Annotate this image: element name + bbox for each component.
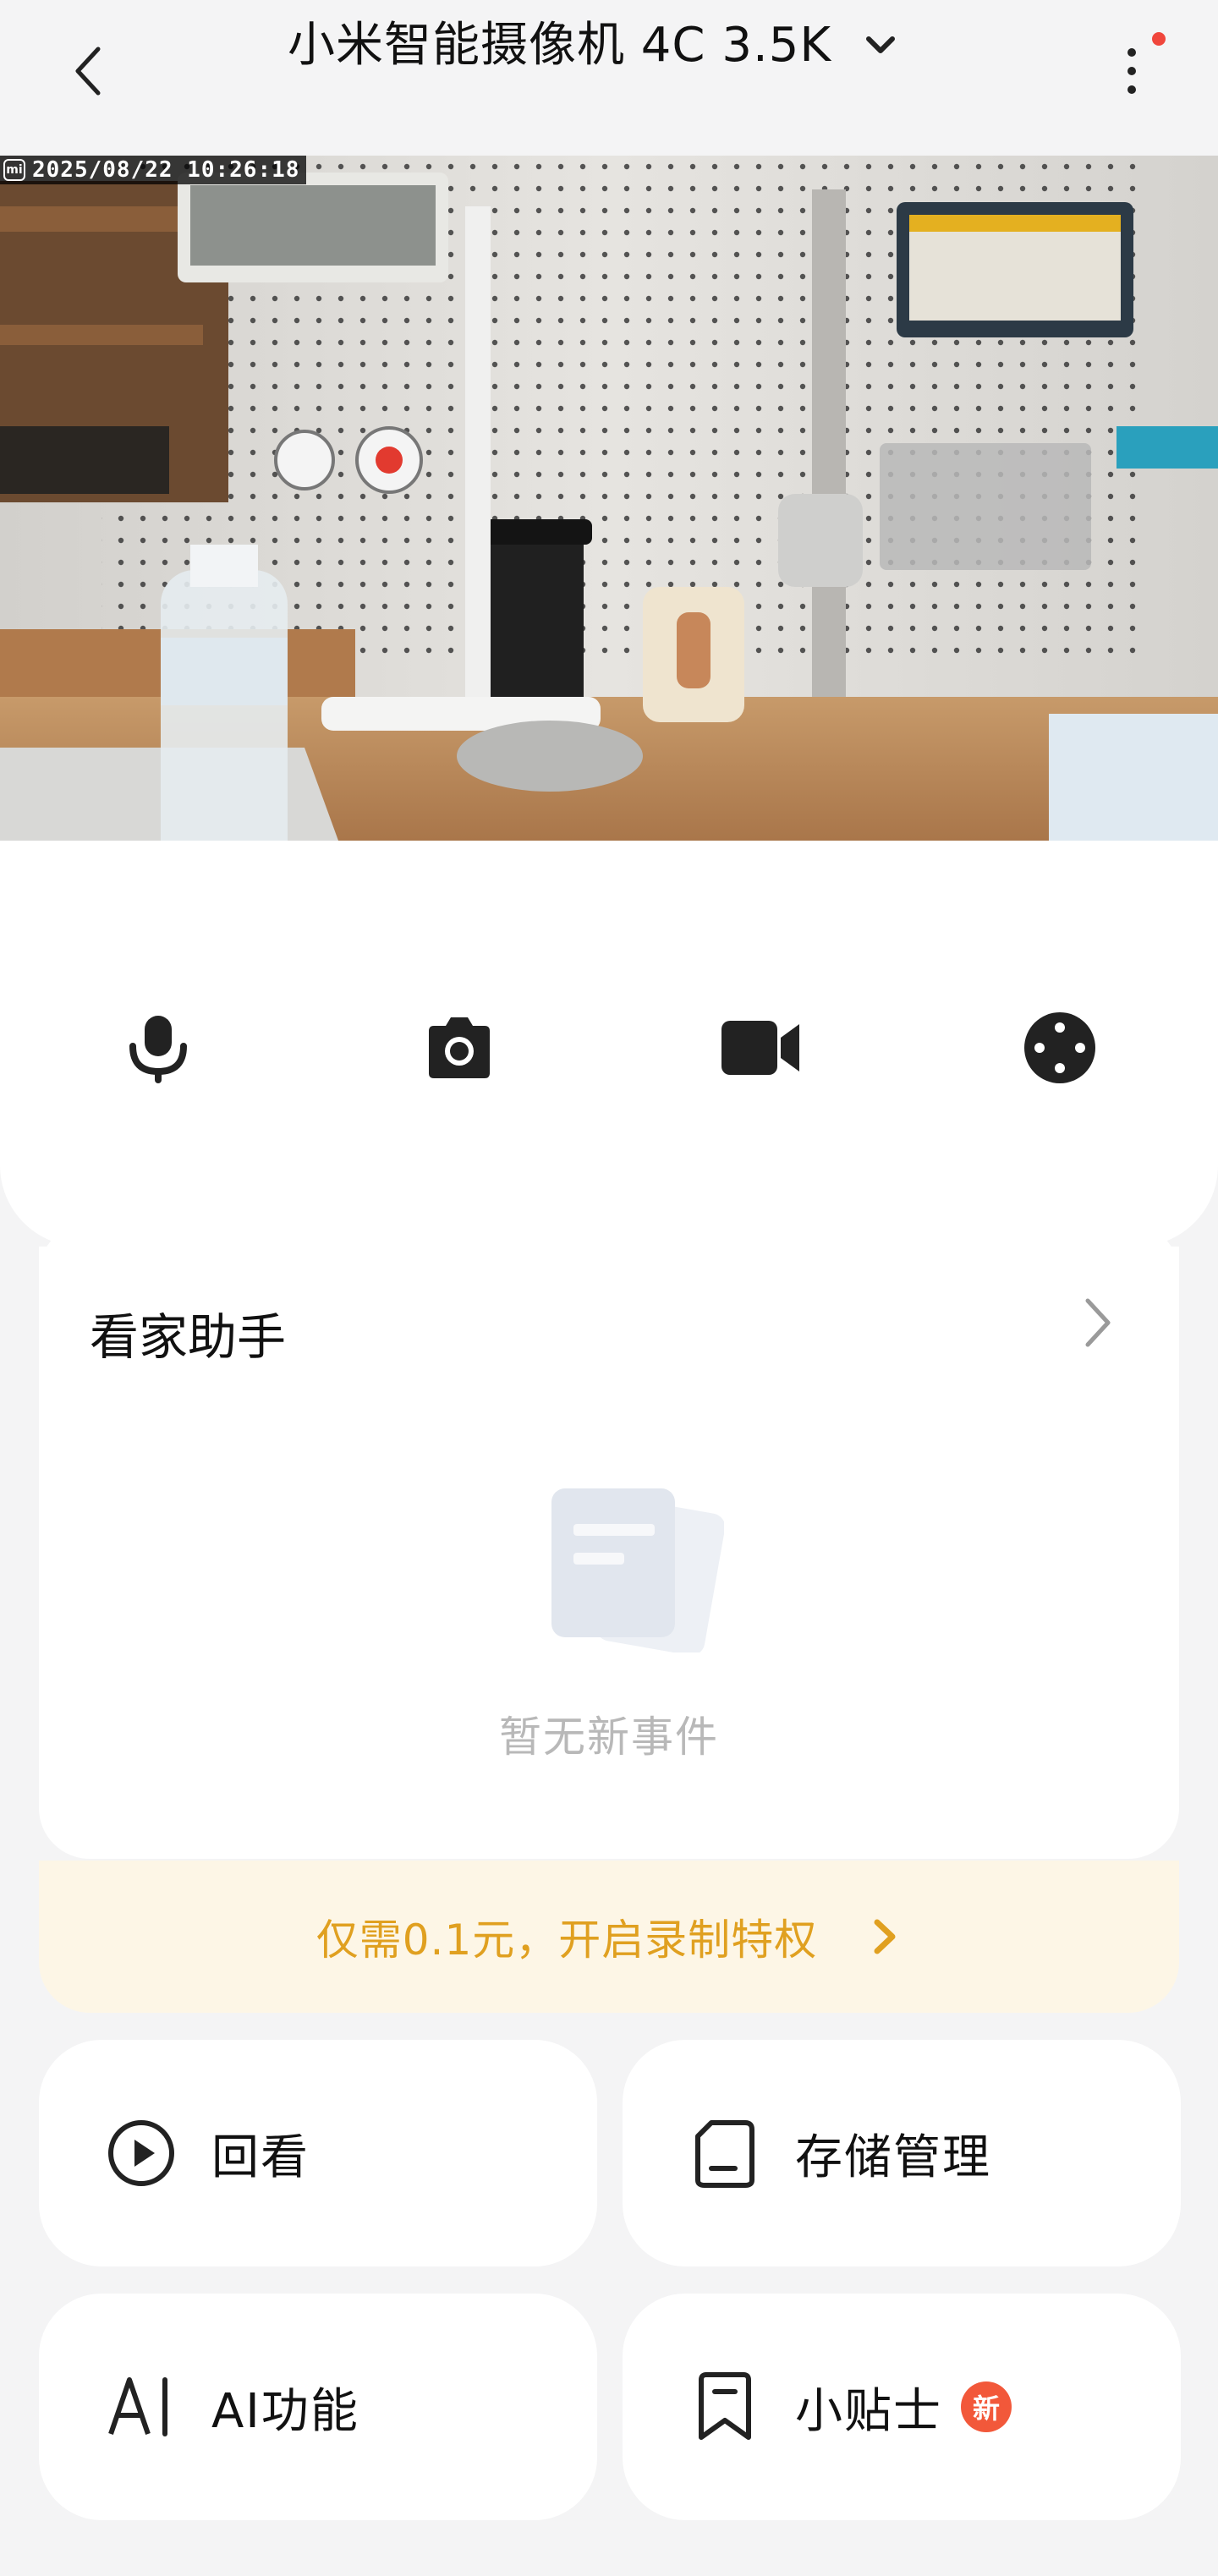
tile-storage[interactable]: 存储管理 — [623, 2040, 1181, 2266]
more-button[interactable] — [1108, 37, 1155, 105]
tile-label: 回看 — [211, 2129, 310, 2185]
bookmark-icon — [687, 2369, 763, 2445]
tile-label: 小贴士 — [795, 2383, 942, 2439]
timestamp: 2025/08/22 10:26:18 — [32, 157, 300, 183]
promo-text: 仅需0.1元，开启录制特权 — [315, 1916, 818, 1965]
back-button[interactable] — [61, 37, 115, 105]
microphone-button[interactable] — [112, 1001, 205, 1094]
microphone-icon — [129, 1016, 187, 1083]
tile-tips[interactable]: 小贴士 新 — [623, 2294, 1181, 2520]
empty-document-icon — [551, 1488, 724, 1652]
camera-scene-image — [0, 156, 1218, 841]
assistant-title: 看家助手 — [90, 1308, 287, 1366]
tile-ai[interactable]: AI功能 — [39, 2294, 597, 2520]
record-button[interactable] — [714, 1001, 807, 1094]
empty-state-text: 暂无新事件 — [499, 1713, 719, 1762]
direction-pad-icon — [1024, 1012, 1095, 1083]
chevron-right-icon — [1085, 1298, 1111, 1347]
timestamp-overlay: mi 2025/08/22 10:26:18 — [0, 156, 307, 184]
video-camera-icon — [721, 1021, 799, 1075]
notification-dot — [1152, 32, 1166, 46]
new-badge: 新 — [961, 2381, 1012, 2432]
chevron-left-icon — [75, 47, 101, 96]
more-vertical-icon — [1127, 48, 1136, 94]
device-selector[interactable]: 小米智能摄像机 4C 3.5K — [288, 12, 899, 79]
screenshot-button[interactable] — [413, 1001, 506, 1094]
chevron-down-icon — [862, 27, 899, 64]
chevron-right-icon — [868, 1916, 902, 1958]
play-circle-icon — [103, 2115, 179, 2191]
home-assistant-card[interactable]: 看家助手 暂无新事件 — [39, 1247, 1179, 1859]
storage-icon — [687, 2115, 763, 2191]
control-bar — [0, 841, 1218, 1247]
camera-icon — [429, 1017, 490, 1078]
assistant-open-button[interactable] — [1073, 1289, 1123, 1357]
pan-tilt-button[interactable] — [1013, 1001, 1106, 1094]
tile-label: AI功能 — [211, 2383, 359, 2439]
top-bar: 小米智能摄像机 4C 3.5K — [0, 0, 1218, 156]
tile-label: 存储管理 — [795, 2129, 991, 2185]
ai-icon — [103, 2369, 179, 2445]
mi-logo-icon: mi — [3, 159, 25, 181]
recording-promo-banner[interactable]: 仅需0.1元，开启录制特权 — [39, 1861, 1179, 2013]
camera-preview[interactable]: mi 2025/08/22 10:26:18 — [0, 156, 1218, 841]
tile-playback[interactable]: 回看 — [39, 2040, 597, 2266]
page-title: 小米智能摄像机 4C 3.5K — [288, 18, 832, 73]
